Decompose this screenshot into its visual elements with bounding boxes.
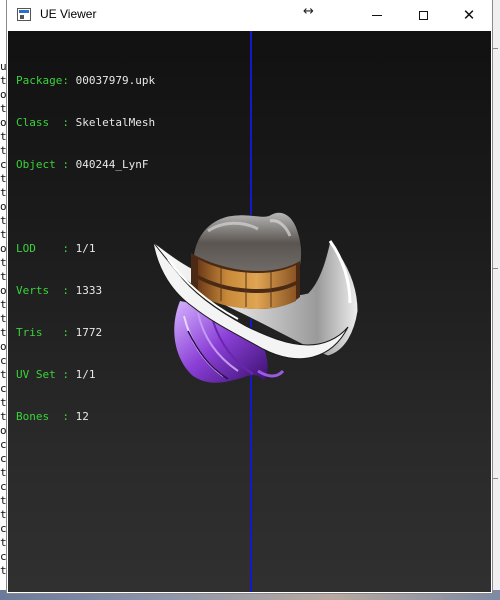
info-uv-set: UV Set : 1/1 [16, 368, 96, 381]
3d-viewport[interactable]: Package: 00037979.upk Class : SkeletalMe… [8, 31, 491, 592]
info-tris: Tris : 1772 [16, 326, 103, 339]
info-object: Object : 040244_LynF [16, 158, 149, 171]
app-icon[interactable] [17, 8, 31, 21]
minimize-button[interactable] [354, 0, 400, 31]
title-bar[interactable]: UE Viewer ↔ ✕ [7, 0, 492, 31]
scrollbar-tick [493, 268, 498, 269]
close-icon: ✕ [462, 6, 476, 24]
scrollbar-tick [493, 48, 498, 49]
mesh-info-overlay: Package: 00037979.upk Class : SkeletalMe… [16, 46, 155, 452]
minimize-icon [372, 15, 382, 16]
info-class: Class : SkeletalMesh [16, 116, 156, 129]
scrollbar-tick [493, 478, 498, 479]
info-bones: Bones : 12 [16, 410, 89, 423]
info-lod: LOD : 1/1 [16, 242, 96, 255]
maximize-button[interactable] [400, 0, 446, 31]
info-package: Package: 00037979.upk [16, 74, 156, 87]
maximize-icon [418, 11, 428, 20]
move-cursor-icon: ↔ [303, 4, 314, 19]
info-verts: Verts : 1333 [16, 284, 103, 297]
ue-viewer-window: UE Viewer ↔ ✕ Package: 00037979.upk Clas… [7, 0, 492, 593]
close-button[interactable]: ✕ [446, 0, 492, 31]
window-title: UE Viewer [40, 7, 97, 21]
